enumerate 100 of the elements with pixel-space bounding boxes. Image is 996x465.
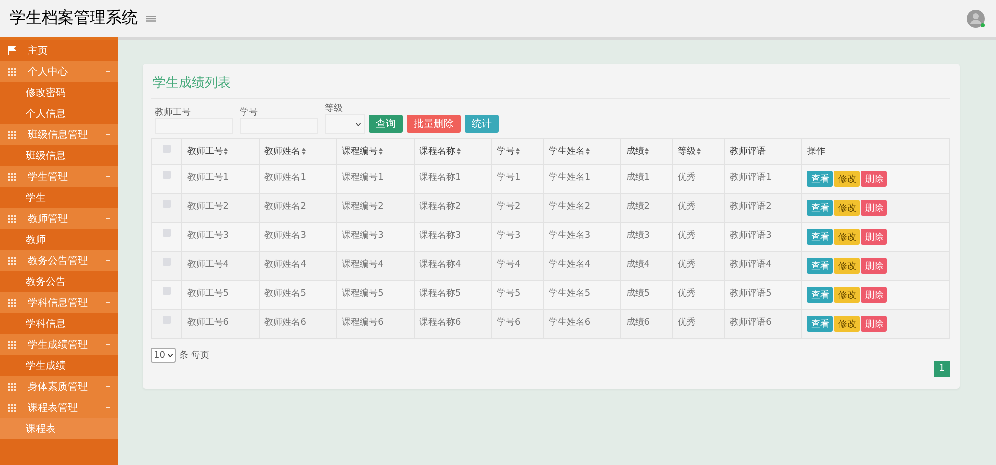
table-cell: 教师姓名6 [264, 318, 306, 328]
sidebar-item[interactable]: 主页 [28, 44, 48, 58]
view-button[interactable]: 查看 [807, 258, 834, 274]
table-cell: 课程编号6 [342, 318, 384, 328]
grid-icon [8, 404, 16, 412]
table-cell: 教师工号4 [187, 260, 230, 270]
table-cell: 成绩2 [626, 202, 650, 212]
caret-icon [106, 302, 110, 304]
table-cell: 课程编号4 [342, 260, 384, 270]
table-cell: 学号6 [496, 318, 521, 328]
menu-icon[interactable] [146, 16, 156, 22]
delete-button[interactable]: 删除 [861, 258, 888, 274]
column-header: 课程编号 [342, 146, 378, 158]
delete-button[interactable]: 批量删除 [407, 115, 461, 133]
table-cell: 学号2 [496, 202, 521, 212]
checkbox[interactable] [162, 145, 171, 153]
table-cell: 教师姓名1 [264, 173, 306, 183]
table-cell: 课程名称3 [420, 231, 462, 241]
delete-button[interactable]: 删除 [861, 171, 888, 187]
avatar-icon[interactable] [966, 8, 986, 28]
view-button[interactable]: 查看 [807, 171, 834, 187]
edit-button[interactable]: 修改 [834, 171, 860, 187]
grid-icon [8, 298, 16, 306]
sidebar-item[interactable]: 个人信息 [26, 106, 66, 120]
sidebar-item[interactable]: 课程表 [26, 422, 56, 436]
table-cell: 学号5 [496, 289, 521, 299]
sort-icon[interactable] [302, 148, 306, 155]
sort-icon[interactable] [586, 148, 590, 155]
sidebar-item[interactable]: 学生成绩 [26, 358, 66, 372]
table-cell: 优秀 [678, 231, 696, 241]
sidebar-item[interactable]: 教务公告 [26, 274, 66, 288]
grid-icon [8, 214, 16, 222]
view-button[interactable]: 查看 [807, 287, 834, 303]
query-button[interactable]: 查询 [369, 115, 403, 133]
table-cell: 学号4 [496, 260, 521, 270]
table-cell: 教师姓名2 [264, 202, 306, 212]
table-cell: 优秀 [678, 289, 696, 299]
sort-icon[interactable] [516, 148, 520, 155]
field-label: 学号 [240, 108, 259, 118]
sidebar-item[interactable]: 教师 [26, 232, 46, 246]
caret-icon [106, 344, 110, 346]
view-button[interactable]: 查看 [807, 316, 834, 332]
card-title: 学生成绩列表 [153, 75, 231, 92]
select-field[interactable] [325, 114, 365, 134]
edit-button[interactable]: 修改 [834, 258, 860, 274]
delete-button[interactable]: 删除 [861, 200, 888, 216]
delete-button[interactable]: 删除 [861, 287, 888, 303]
sort-icon[interactable] [645, 148, 650, 155]
grid-icon [8, 68, 16, 76]
table-cell: 课程名称1 [420, 173, 462, 183]
sort-icon[interactable] [224, 148, 228, 155]
delete-button[interactable]: 删除 [861, 316, 888, 332]
table-cell: 教师姓名4 [264, 260, 306, 270]
table-cell: 教师姓名3 [264, 231, 306, 241]
column-header: 学生姓名 [548, 146, 585, 158]
column-header: 成绩 [626, 146, 644, 158]
table-cell: 教师评语6 [730, 318, 772, 328]
edit-button[interactable]: 修改 [834, 316, 860, 332]
sort-icon[interactable] [379, 148, 384, 155]
checkbox[interactable] [162, 287, 171, 295]
edit-button[interactable]: 修改 [834, 229, 860, 245]
flag-icon [8, 46, 16, 55]
table-cell: 学号3 [496, 231, 521, 241]
sort-icon[interactable] [456, 148, 461, 155]
table-cell: 教师评语4 [730, 260, 772, 270]
sidebar-item[interactable]: 学生 [26, 190, 46, 204]
app-title: 学生档案管理系统 [10, 8, 138, 29]
page-size-select[interactable]: 10 [151, 348, 176, 363]
stats-button[interactable]: 统计 [465, 115, 499, 133]
table-cell: 优秀 [678, 202, 696, 212]
table-cell: 优秀 [678, 173, 696, 183]
column-header: 操作 [807, 147, 826, 157]
table-cell: 课程名称5 [420, 289, 462, 299]
table-cell: 课程名称2 [420, 202, 462, 212]
table-cell: 教师评语3 [730, 231, 772, 241]
sidebar-item[interactable]: 修改密码 [26, 86, 66, 100]
grid-icon [8, 382, 16, 390]
table-cell: 学生姓名2 [548, 202, 591, 212]
column-header: 学号 [496, 146, 515, 158]
field-label: 等级 [325, 104, 344, 114]
caret-icon [106, 218, 110, 220]
table-cell: 学号1 [496, 173, 521, 183]
view-button[interactable]: 查看 [807, 229, 834, 245]
page-button[interactable]: 1 [934, 361, 950, 377]
edit-button[interactable]: 修改 [834, 200, 860, 216]
caret-icon [106, 406, 110, 408]
sort-icon[interactable] [697, 148, 702, 155]
delete-button[interactable]: 删除 [861, 229, 888, 245]
view-button[interactable]: 查看 [807, 200, 834, 216]
chevron-down-icon [168, 354, 174, 357]
grid-icon [8, 256, 16, 264]
table-cell: 教师工号1 [187, 173, 230, 183]
sidebar-item[interactable]: 班级信息 [26, 148, 66, 162]
checkbox[interactable] [162, 171, 171, 179]
sidebar-item[interactable]: 学科信息 [26, 316, 66, 330]
column-header: 课程名称 [420, 146, 456, 158]
edit-button[interactable]: 修改 [834, 287, 860, 303]
table-cell: 优秀 [678, 318, 696, 328]
checkbox[interactable] [162, 229, 171, 237]
table-cell: 教师工号6 [187, 318, 230, 328]
